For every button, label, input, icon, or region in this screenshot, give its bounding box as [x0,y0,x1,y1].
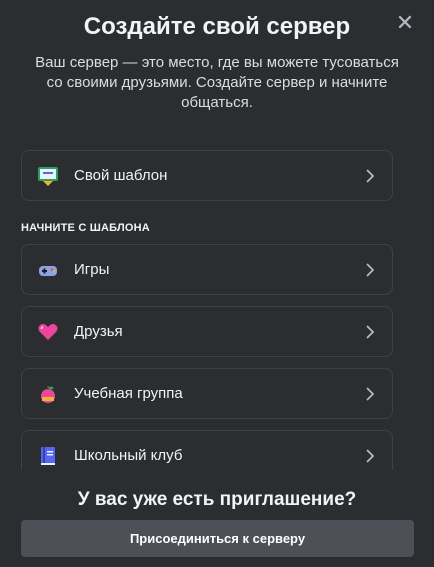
template-option-friends[interactable]: Друзья [21,306,393,357]
template-label: Игры [74,261,110,278]
modal-subtitle: Ваш сервер — это место, где вы можете ту… [35,54,399,111]
chevron-right-icon [364,262,376,277]
gamepad-icon [36,258,60,282]
book-icon [36,444,60,468]
template-icon [36,164,60,188]
own-template-label: Свой шаблон [74,167,168,184]
own-template-option[interactable]: Свой шаблон [21,150,393,201]
apple-icon [36,382,60,406]
template-label: Школьный клуб [74,447,183,464]
invite-question: У вас уже есть приглашение? [77,489,357,510]
modal-title: Создайте свой сервер [83,13,351,40]
template-label: Учебная группа [74,385,183,402]
template-option-study-group[interactable]: Учебная группа [21,368,393,419]
section-label: НАЧНИТЕ С ШАБЛОНА [21,222,150,234]
join-server-button[interactable]: Присоединиться к серверу [21,520,414,557]
chevron-right-icon [364,168,376,183]
chevron-right-icon [364,386,376,401]
chevron-right-icon [364,324,376,339]
heart-icon [36,320,60,344]
chevron-right-icon [364,448,376,463]
template-label: Друзья [74,323,123,340]
create-server-modal: ✕ Создайте свой сервер Ваш сервер — это … [0,0,434,567]
template-option-games[interactable]: Игры [21,244,393,295]
